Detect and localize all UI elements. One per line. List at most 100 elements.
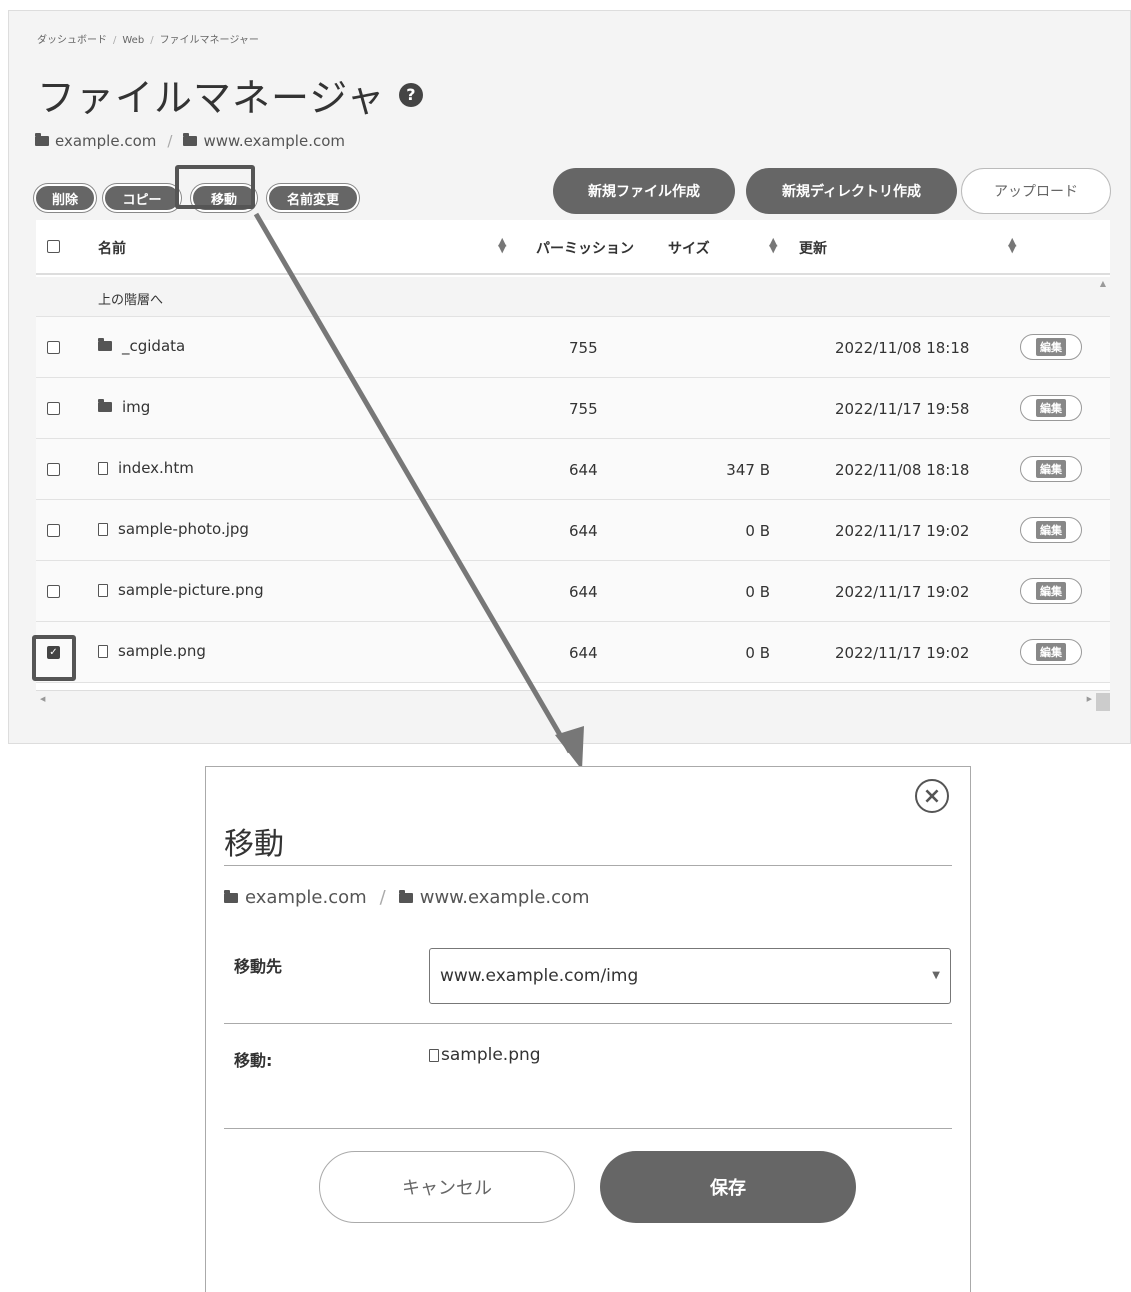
parent-directory-row[interactable]: 上の階層へ ▲ <box>36 277 1110 317</box>
delete-button[interactable]: 削除 <box>34 184 96 212</box>
edit-button-label: 編集 <box>1036 399 1066 417</box>
row-checkbox[interactable] <box>47 341 60 354</box>
close-icon[interactable]: × <box>915 779 949 813</box>
permission-cell: 644 <box>569 461 598 479</box>
move-target-filename: sample.png <box>441 1045 541 1065</box>
path-current[interactable]: www.example.com <box>203 132 345 150</box>
edit-button-label: 編集 <box>1036 338 1066 356</box>
move-dialog: × 移動 example.com / www.example.com 移動先 w… <box>205 766 971 1292</box>
file-name-cell[interactable]: img <box>98 398 150 416</box>
dialog-path: example.com / www.example.com <box>224 887 590 908</box>
file-name-cell[interactable]: sample.png <box>98 642 206 660</box>
row-checkbox[interactable] <box>47 524 60 537</box>
select-all-checkbox[interactable] <box>47 240 60 253</box>
folder-icon <box>98 399 112 412</box>
help-icon[interactable]: ? <box>399 82 424 107</box>
table-row[interactable]: ✓ sample.png 644 0 B 2022/11/17 19:02 編集 <box>36 622 1110 683</box>
file-icon <box>429 1048 439 1062</box>
breadcrumb-current: ファイルマネージャー <box>159 35 259 46</box>
file-icon <box>98 583 108 597</box>
edit-button-label: 編集 <box>1036 460 1066 478</box>
row-checkbox[interactable] <box>47 402 60 415</box>
edit-button[interactable]: 編集 <box>1020 334 1082 360</box>
header-name[interactable]: 名前 <box>98 238 126 258</box>
file-name-cell[interactable]: sample-photo.jpg <box>98 520 249 538</box>
divider <box>224 1023 952 1024</box>
file-name-cell[interactable]: sample-picture.png <box>98 581 264 599</box>
rename-button[interactable]: 名前変更 <box>267 184 359 212</box>
scrollbar-thumb[interactable] <box>1096 693 1110 711</box>
file-name[interactable]: img <box>122 398 150 416</box>
new-directory-button[interactable]: 新規ディレクトリ作成 <box>746 168 957 214</box>
table-row[interactable]: sample-photo.jpg 644 0 B 2022/11/17 19:02 編集 <box>36 500 1110 561</box>
edit-button[interactable]: 編集 <box>1020 639 1082 665</box>
file-table: 名前 ▲ ▼ パーミッション サイズ ▲ ▼ 更新 ▲ ▼ 上の階層へ ▲ _cgid… <box>36 220 1110 715</box>
folder-icon <box>398 889 413 903</box>
cancel-button[interactable]: キャンセル <box>319 1151 575 1223</box>
copy-button[interactable]: コピー <box>103 184 181 212</box>
checkbox-highlight <box>32 635 76 681</box>
updated-cell: 2022/11/17 19:02 <box>835 522 970 540</box>
parent-directory-link[interactable]: 上の階層へ <box>98 289 163 308</box>
save-button[interactable]: 保存 <box>600 1151 856 1223</box>
edit-button[interactable]: 編集 <box>1020 578 1082 604</box>
new-file-button[interactable]: 新規ファイル作成 <box>553 168 735 214</box>
table-row[interactable]: index.htm 644 347 B 2022/11/08 18:18 編集 <box>36 439 1110 500</box>
table-row[interactable]: _cgidata 755 2022/11/08 18:18 編集 <box>36 317 1110 378</box>
folder-icon <box>35 133 49 146</box>
breadcrumb-web[interactable]: Web <box>122 35 144 46</box>
file-name-cell[interactable]: _cgidata <box>98 337 185 355</box>
folder-icon <box>98 338 112 351</box>
table-row[interactable]: img 755 2022/11/17 19:58 編集 <box>36 378 1110 439</box>
divider <box>224 865 952 866</box>
path-root[interactable]: example.com <box>55 132 156 150</box>
file-name[interactable]: sample-picture.png <box>118 581 264 599</box>
upload-button[interactable]: アップロード <box>961 168 1111 214</box>
permission-cell: 644 <box>569 644 598 662</box>
page-title-text: ファイルマネージャ <box>37 76 386 120</box>
edit-button[interactable]: 編集 <box>1020 517 1082 543</box>
file-name-cell[interactable]: index.htm <box>98 459 194 477</box>
file-name[interactable]: index.htm <box>118 459 194 477</box>
permission-cell: 755 <box>569 400 598 418</box>
updated-cell: 2022/11/08 18:18 <box>835 339 970 357</box>
move-target-file: sample.png <box>429 1045 541 1065</box>
sort-icon[interactable]: ▲ ▼ <box>1008 236 1016 254</box>
chevron-down-icon: ▼ <box>932 970 940 981</box>
sort-icon[interactable]: ▲ ▼ <box>498 236 506 254</box>
folder-icon <box>224 889 238 903</box>
edit-button[interactable]: 編集 <box>1020 456 1082 482</box>
breadcrumb-dashboard[interactable]: ダッシュボード <box>37 35 107 46</box>
sort-icon[interactable]: ▲ ▼ <box>769 236 777 254</box>
header-size[interactable]: サイズ <box>668 238 710 258</box>
file-name[interactable]: _cgidata <box>122 337 185 355</box>
header-updated[interactable]: 更新 <box>799 238 827 258</box>
scroll-right-arrow-icon[interactable]: ▶ <box>1087 695 1092 703</box>
divider <box>224 1128 952 1129</box>
dialog-title: 移動 <box>224 827 284 862</box>
dialog-path-current: www.example.com <box>419 887 590 908</box>
horizontal-scrollbar[interactable]: ◀ ▶ <box>36 690 1110 715</box>
size-cell: 0 B <box>745 583 770 601</box>
move-button-highlight <box>175 165 255 209</box>
row-checkbox[interactable] <box>47 463 60 476</box>
scroll-up-arrow-icon[interactable]: ▲ <box>1100 279 1106 288</box>
destination-value: www.example.com/img <box>440 966 639 986</box>
updated-cell: 2022/11/17 19:02 <box>835 644 970 662</box>
updated-cell: 2022/11/17 19:02 <box>835 583 970 601</box>
file-name[interactable]: sample-photo.jpg <box>118 520 249 538</box>
row-checkbox[interactable] <box>47 585 60 598</box>
file-icon <box>98 644 108 658</box>
file-name[interactable]: sample.png <box>118 642 206 660</box>
table-row[interactable]: sample-picture.png 644 0 B 2022/11/17 19:02… <box>36 561 1110 622</box>
table-header: 名前 ▲ ▼ パーミッション サイズ ▲ ▼ 更新 ▲ ▼ <box>36 220 1110 275</box>
updated-cell: 2022/11/17 19:58 <box>835 400 970 418</box>
scroll-left-arrow-icon[interactable]: ◀ <box>40 695 45 703</box>
directory-path: example.com / www.example.com <box>35 132 345 150</box>
header-permission: パーミッション <box>536 241 634 257</box>
breadcrumb: ダッシュボード / Web / ファイルマネージャー <box>37 35 259 46</box>
size-cell: 0 B <box>745 644 770 662</box>
updated-cell: 2022/11/08 18:18 <box>835 461 970 479</box>
edit-button[interactable]: 編集 <box>1020 395 1082 421</box>
destination-select[interactable]: www.example.com/img ▼ <box>429 948 951 1004</box>
